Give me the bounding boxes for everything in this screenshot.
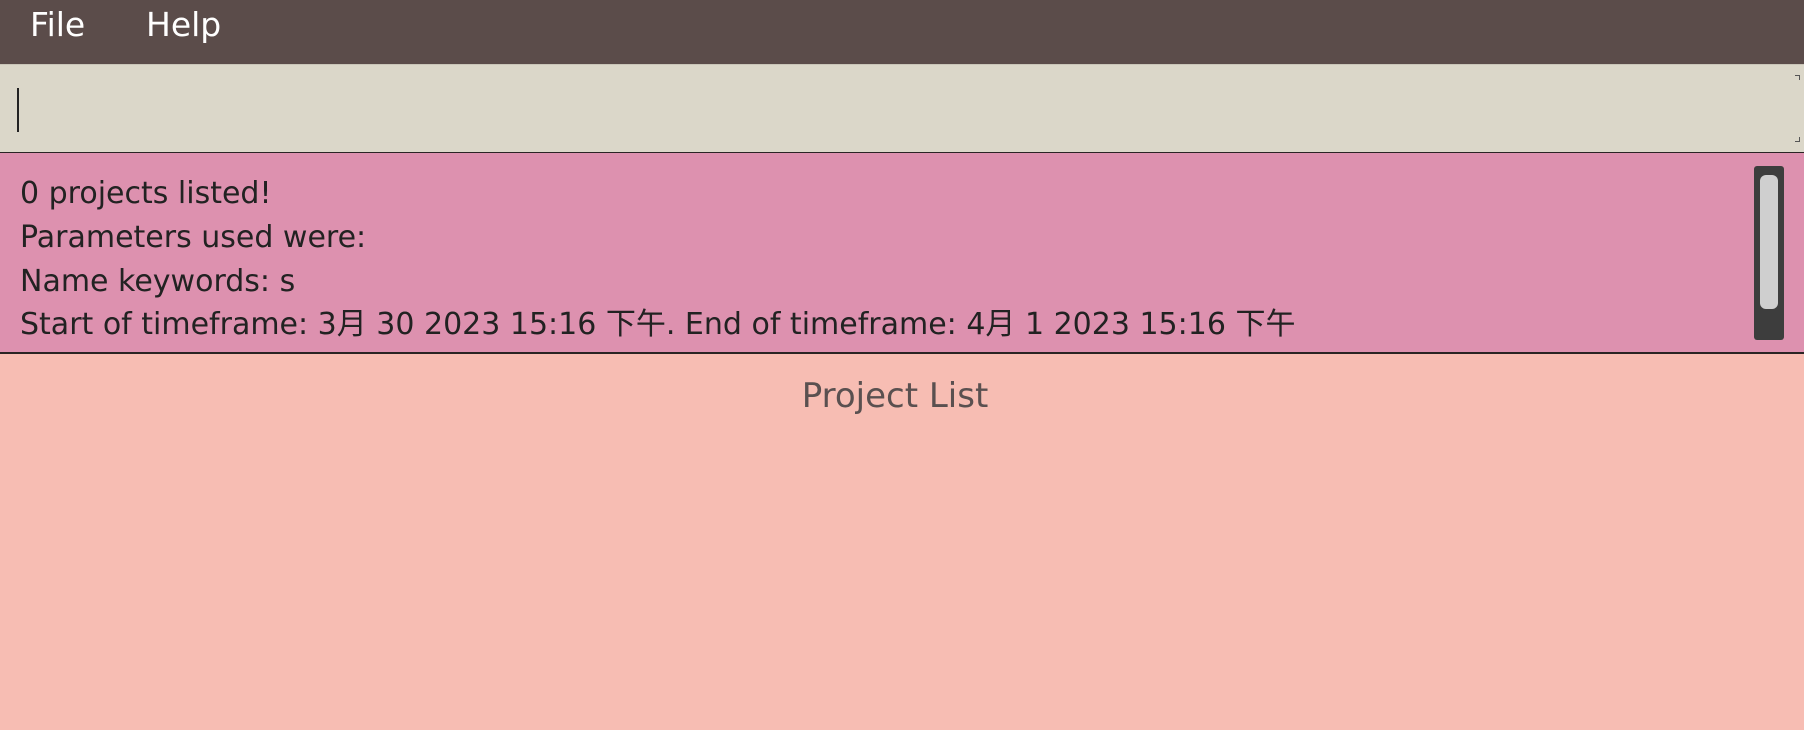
command-box — [0, 64, 1804, 153]
menu-file[interactable]: File — [30, 0, 85, 50]
result-display: 0 projects listed! Parameters used were:… — [0, 153, 1804, 354]
result-line: Parameters used were: — [20, 220, 367, 255]
text-caret — [17, 88, 19, 132]
command-input[interactable] — [14, 79, 1784, 137]
resize-corner-bottom — [1795, 137, 1800, 142]
result-scrollbar-thumb[interactable] — [1760, 175, 1778, 309]
menu-help[interactable]: Help — [146, 0, 221, 50]
result-line: Name keywords: s — [20, 264, 296, 299]
project-list-panel: Project List — [0, 354, 1804, 730]
result-line: Start of timeframe: 3月 30 2023 15:16 下午.… — [20, 307, 1296, 342]
result-scrollbar[interactable] — [1754, 166, 1784, 340]
project-list-title: Project List — [801, 376, 989, 416]
menu-bar: File Help — [0, 0, 1804, 64]
resize-corner-top — [1795, 75, 1800, 80]
result-line: 0 projects listed! — [20, 176, 272, 211]
